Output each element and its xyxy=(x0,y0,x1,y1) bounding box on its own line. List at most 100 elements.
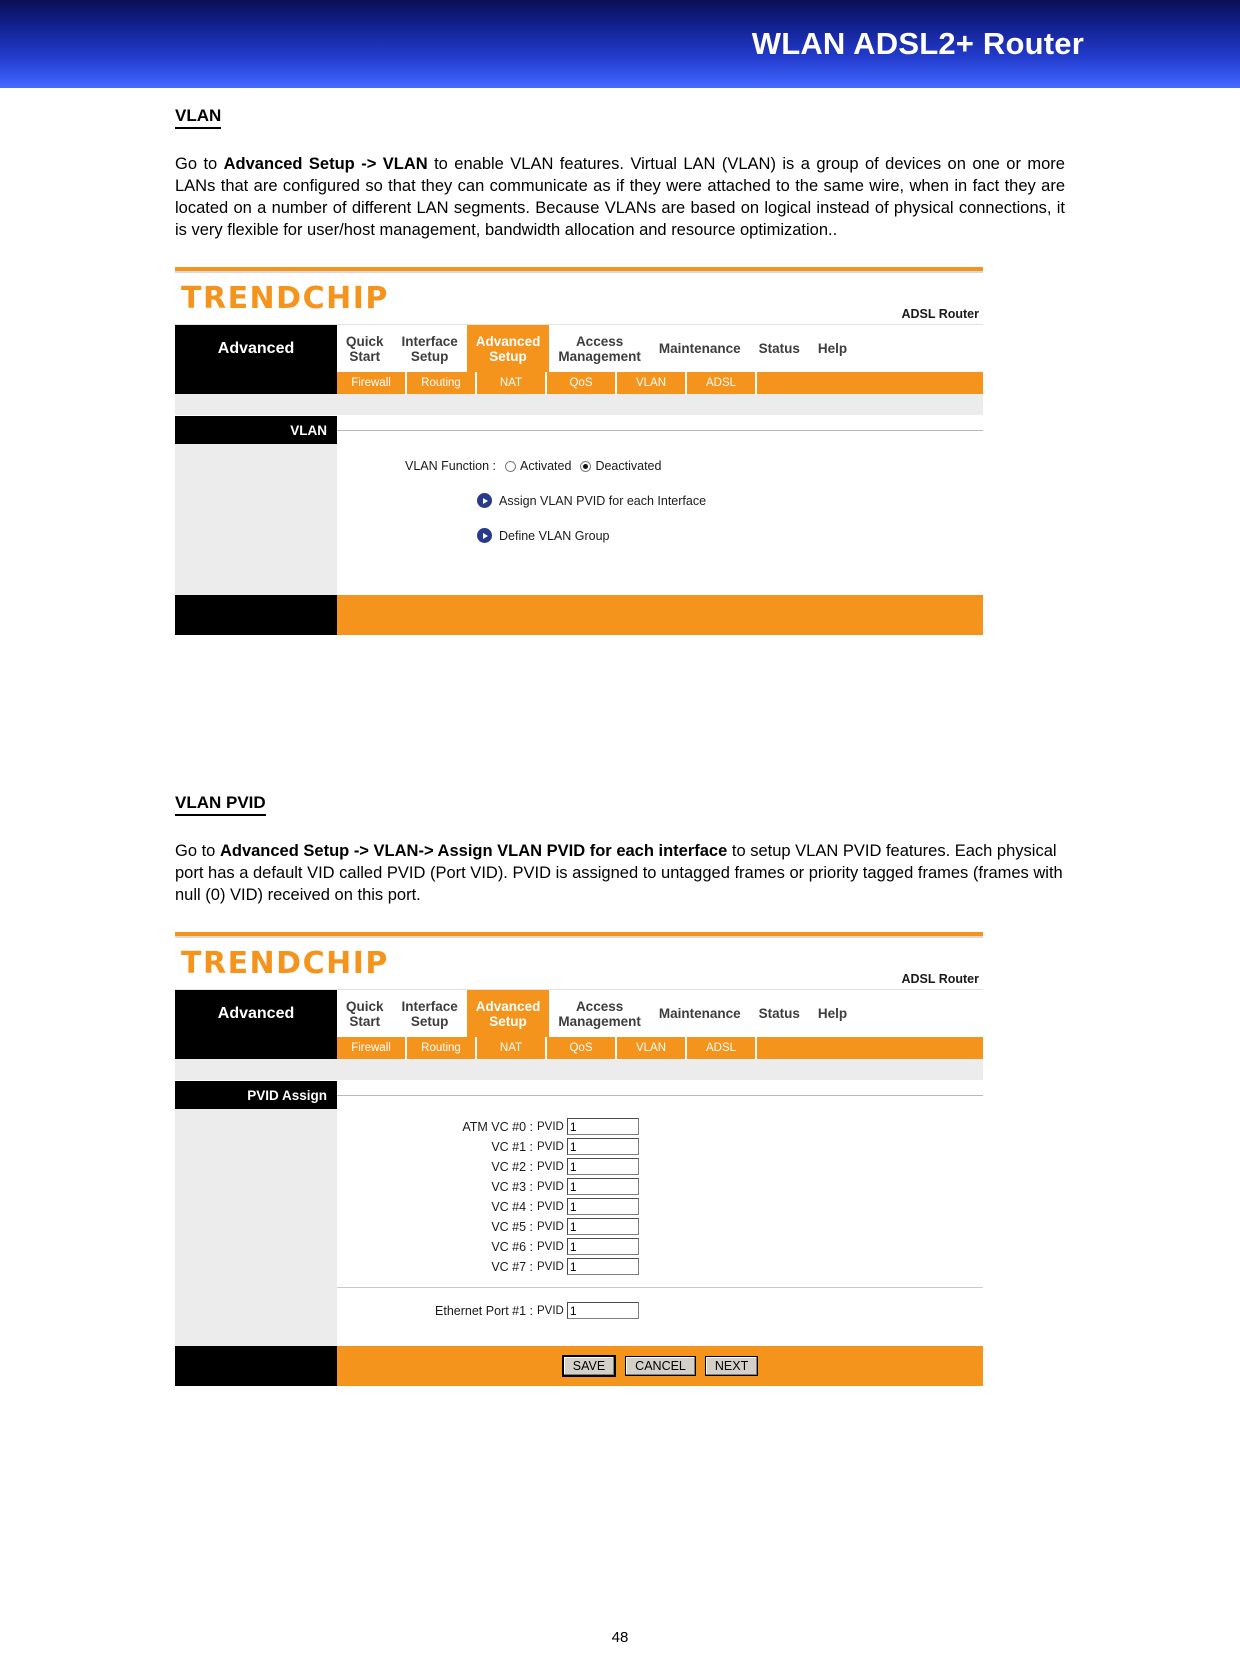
pvid-sub-label: PVID xyxy=(537,1220,564,1233)
shot1-nav-tabs: Quick Start Interface Setup Advanced Set… xyxy=(337,325,983,372)
pvid-row: VC #6 : PVID xyxy=(337,1238,983,1255)
page-number: 48 xyxy=(611,1629,629,1646)
link-define-vlan-group[interactable]: Define VLAN Group xyxy=(477,528,983,543)
pvid-row: VC #3 : PVID xyxy=(337,1178,983,1195)
shot1-tab-status[interactable]: Status xyxy=(750,325,809,372)
radio-deactivated[interactable] xyxy=(580,460,592,472)
shot1-subnav-spacer xyxy=(175,372,337,394)
save-button[interactable]: SAVE xyxy=(561,1355,617,1377)
link-assign-vlan-pvid-label: Assign VLAN PVID for each Interface xyxy=(499,493,707,508)
pvid-sub-label: PVID xyxy=(537,1304,564,1317)
shot1-panel: VLAN VLAN Function : Activated Deactivat… xyxy=(175,416,983,595)
shot2-subtab-vlan[interactable]: VLAN xyxy=(617,1037,687,1059)
shot1-tab-access-management[interactable]: Access Management xyxy=(549,325,650,372)
section-vlan: VLAN Go to Advanced Setup -> VLAN to ena… xyxy=(175,88,1065,241)
pvid-row: ATM VC #0 : PVID xyxy=(337,1118,983,1135)
pvid-sub-label: PVID xyxy=(537,1140,564,1153)
shot2-tab-advanced-setup[interactable]: Advanced Setup xyxy=(466,990,550,1037)
shot2-grey-band xyxy=(175,1059,983,1081)
pvid-input-vc-1[interactable] xyxy=(566,1138,639,1155)
pvid-row: VC #7 : PVID xyxy=(337,1258,983,1275)
shot2-tab-access-management[interactable]: Access Management xyxy=(549,990,650,1037)
shot2-subnav-row: Firewall Routing NAT QoS VLAN ADSL xyxy=(175,1037,983,1059)
vlan-function-row: VLAN Function : Activated Deactivated xyxy=(405,459,983,473)
pvid-input-atm-vc-0[interactable] xyxy=(566,1118,639,1135)
shot1-panel-sidebar: VLAN xyxy=(175,416,337,595)
vlan-pvid-paragraph-text: Go to Advanced Setup -> VLAN-> Assign VL… xyxy=(175,842,1063,904)
pvid-input-vc-3[interactable] xyxy=(566,1178,639,1195)
link-assign-vlan-pvid[interactable]: Assign VLAN PVID for each Interface xyxy=(477,493,983,508)
shot2-nav-tabs: Quick Start Interface Setup Advanced Set… xyxy=(337,990,983,1037)
shot2-tab-quick-start[interactable]: Quick Start xyxy=(337,990,393,1037)
pvid-row-label: VC #7 : xyxy=(491,1259,533,1274)
radio-activated[interactable] xyxy=(505,460,517,472)
shot1-tab-maintenance[interactable]: Maintenance xyxy=(650,325,750,372)
shot2-subnav-tabs: Firewall Routing NAT QoS VLAN ADSL xyxy=(337,1037,983,1059)
shot1-tab-interface-setup[interactable]: Interface Setup xyxy=(393,325,467,372)
pvid-input-vc-7[interactable] xyxy=(566,1258,639,1275)
shot1-model-label: ADSL Router xyxy=(901,307,979,321)
pvid-row-label: VC #2 : xyxy=(491,1159,533,1174)
shot1-nav-row: Advanced Quick Start Interface Setup Adv… xyxy=(175,325,983,372)
shot2-subtab-firewall[interactable]: Firewall xyxy=(337,1037,407,1059)
shot2-tab-status[interactable]: Status xyxy=(750,990,809,1037)
shot2-tab-help[interactable]: Help xyxy=(809,990,856,1037)
cancel-button[interactable]: CANCEL xyxy=(625,1356,696,1376)
shot1-subtab-qos[interactable]: QoS xyxy=(547,372,617,394)
pvid-input-ethernet-port-1[interactable] xyxy=(566,1302,639,1319)
vlan-function-label: VLAN Function : xyxy=(405,459,497,473)
shot1-subtab-vlan[interactable]: VLAN xyxy=(617,372,687,394)
pvid-sub-label: PVID xyxy=(537,1120,564,1133)
next-button[interactable]: NEXT xyxy=(704,1356,759,1376)
radio-deactivated-label: Deactivated xyxy=(595,459,662,473)
pvid-row-label: VC #4 : xyxy=(491,1199,533,1214)
page-title: WLAN ADSL2+ Router xyxy=(751,26,1084,61)
shot1-subtab-adsl[interactable]: ADSL xyxy=(687,372,757,394)
shot1-tab-quick-start[interactable]: Quick Start xyxy=(337,325,393,372)
shot2-tab-maintenance[interactable]: Maintenance xyxy=(650,990,750,1037)
pvid-sub-label: PVID xyxy=(537,1200,564,1213)
shot2-footer-spacer xyxy=(175,1346,337,1386)
pvid-row: VC #4 : PVID xyxy=(337,1198,983,1215)
shot1-subtab-nat[interactable]: NAT xyxy=(477,372,547,394)
pvid-row-label: ATM VC #0 : xyxy=(462,1119,533,1134)
document-body: VLAN Go to Advanced Setup -> VLAN to ena… xyxy=(0,88,1240,1386)
pvid-sub-label: PVID xyxy=(537,1260,564,1273)
pvid-row-label: VC #1 : xyxy=(491,1139,533,1154)
shot1-subtab-routing[interactable]: Routing xyxy=(407,372,477,394)
pvid-input-vc-2[interactable] xyxy=(566,1158,639,1175)
shot2-subtab-qos[interactable]: QoS xyxy=(547,1037,617,1059)
shot1-brand-bar: TRENDCHIP ADSL Router xyxy=(175,273,983,325)
pvid-row-label: VC #5 : xyxy=(491,1219,533,1234)
shot2-panel: PVID Assign ATM VC #0 : PVID VC #1 : PVI… xyxy=(175,1081,983,1346)
shot1-tab-advanced-setup[interactable]: Advanced Setup xyxy=(466,325,550,372)
shot1-footer-bar xyxy=(175,595,983,635)
pvid-input-vc-4[interactable] xyxy=(566,1198,639,1215)
pvid-input-vc-5[interactable] xyxy=(566,1218,639,1235)
shot1-nav-section-label: Advanced xyxy=(175,325,337,372)
shot2-footer-bar: SAVE CANCEL NEXT xyxy=(175,1346,983,1386)
pvid-row: VC #2 : PVID xyxy=(337,1158,983,1175)
shot2-tab-interface-setup[interactable]: Interface Setup xyxy=(393,990,467,1037)
pvid-sub-label: PVID xyxy=(537,1240,564,1253)
shot2-subnav-fill xyxy=(757,1037,983,1059)
shot1-subnav-tabs: Firewall Routing NAT QoS VLAN ADSL xyxy=(337,372,983,394)
shot1-subnav-row: Firewall Routing NAT QoS VLAN ADSL xyxy=(175,372,983,394)
shot2-subtab-nat[interactable]: NAT xyxy=(477,1037,547,1059)
shot1-subtab-firewall[interactable]: Firewall xyxy=(337,372,407,394)
router-screenshot-vlan: TRENDCHIP ADSL Router Advanced Quick Sta… xyxy=(175,267,983,635)
shot2-subtab-adsl[interactable]: ADSL xyxy=(687,1037,757,1059)
shot2-nav-row: Advanced Quick Start Interface Setup Adv… xyxy=(175,990,983,1037)
vlan-paragraph: Go to Advanced Setup -> VLAN to enable V… xyxy=(175,153,1065,241)
pvid-row: VC #1 : PVID xyxy=(337,1138,983,1155)
shot2-footer-actions: SAVE CANCEL NEXT xyxy=(337,1346,983,1386)
shot2-subtab-routing[interactable]: Routing xyxy=(407,1037,477,1059)
shot1-footer-actions xyxy=(337,595,983,635)
shot1-tab-help[interactable]: Help xyxy=(809,325,856,372)
trendchip-logo: TRENDCHIP xyxy=(181,281,389,316)
shot2-nav-section-label: Advanced xyxy=(175,990,337,1037)
shot1-footer-spacer xyxy=(175,595,337,635)
page-banner: WLAN ADSL2+ Router xyxy=(0,0,1240,88)
pvid-input-vc-6[interactable] xyxy=(566,1238,639,1255)
shot1-panel-title: VLAN xyxy=(175,416,337,444)
